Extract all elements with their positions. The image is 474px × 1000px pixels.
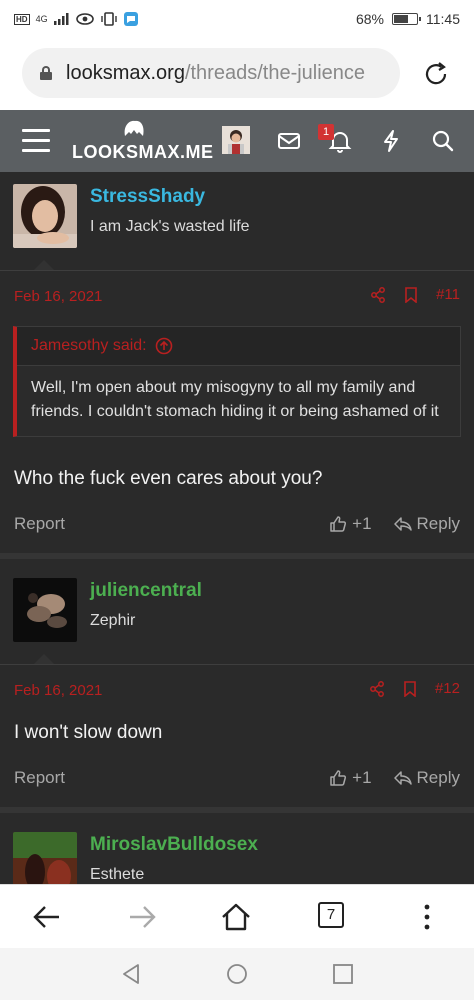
battery-icon [392, 13, 421, 25]
like-count: +1 [352, 514, 372, 533]
share-icon[interactable] [370, 286, 386, 303]
nav-home-icon[interactable] [226, 963, 248, 985]
quote-header[interactable]: Jamesothy said: [17, 327, 460, 365]
menu-icon[interactable] [22, 129, 50, 153]
thread-content: StressShady I am Jack's wasted life Feb … [0, 172, 474, 884]
more-options-icon[interactable] [411, 901, 443, 933]
reply-arrow-icon [393, 517, 412, 531]
bookmark-icon[interactable] [403, 680, 417, 697]
divider [0, 270, 474, 271]
signal-icon [53, 13, 69, 25]
lightning-icon[interactable] [378, 128, 404, 154]
post-date[interactable]: Feb 16, 2021 [14, 288, 102, 305]
reply-label: Reply [416, 768, 460, 787]
thumbs-up-icon [330, 516, 347, 532]
share-icon[interactable] [369, 680, 385, 697]
browser-url-area: looksmax.org/threads/the-julience [0, 38, 474, 110]
arrow-up-circle-icon[interactable] [155, 337, 173, 355]
post-meta-actions: #11 [370, 286, 460, 303]
quote-author: Jamesothy said: [31, 337, 147, 354]
post: StressShady I am Jack's wasted life Feb … [0, 172, 474, 552]
like-count: +1 [352, 768, 372, 787]
like-button[interactable]: +1 [329, 514, 372, 534]
post-footer-actions: +1 Reply [329, 514, 460, 534]
battery-level [394, 15, 409, 23]
report-link[interactable]: Report [14, 768, 65, 788]
reply-button[interactable]: Reply [393, 514, 460, 534]
site-logo[interactable]: LOOKSMAX.ME [72, 118, 214, 166]
post-date[interactable]: Feb 16, 2021 [14, 682, 102, 699]
eye-icon [75, 13, 94, 25]
post-number[interactable]: #12 [435, 680, 460, 697]
post-number[interactable]: #11 [436, 286, 460, 303]
quote-block: Jamesothy said: Well, I'm open about my … [13, 326, 461, 437]
vibrate-icon [100, 12, 117, 26]
user-avatar[interactable] [13, 184, 77, 248]
username[interactable]: StressShady [90, 186, 205, 208]
network-type: 4G [35, 14, 48, 24]
status-bar: HD 4G 68% 11:45 [0, 0, 474, 38]
user-title: Esthete [90, 866, 145, 883]
report-link[interactable]: Report [14, 514, 65, 534]
account-avatar[interactable] [222, 126, 250, 154]
forward-arrow-icon[interactable] [126, 901, 158, 933]
user-title: I am Jack's wasted life [90, 218, 250, 235]
post-message: Who the fuck even cares about you? [14, 468, 323, 489]
user-block-notch [34, 654, 54, 664]
address-bar[interactable]: looksmax.org/threads/the-julience [22, 48, 400, 98]
bookmark-icon[interactable] [404, 286, 418, 303]
post-footer-actions: +1 Reply [329, 768, 460, 788]
like-button[interactable]: +1 [329, 768, 372, 788]
post-separator [0, 807, 474, 813]
battery-percent: 68% [355, 11, 384, 27]
logo-mark-icon [72, 118, 196, 142]
user-title: Zephir [90, 612, 136, 629]
reload-icon[interactable] [422, 60, 450, 88]
user-avatar[interactable] [13, 832, 77, 884]
tabs-button[interactable]: 7 [318, 902, 344, 928]
quote-text: Well, I'm open about my misogyny to all … [17, 365, 460, 436]
user-avatar[interactable] [13, 578, 77, 642]
back-arrow-icon[interactable] [31, 901, 63, 933]
system-nav-bar [0, 948, 474, 1000]
hd-badge: HD [14, 13, 30, 25]
clock: 11:45 [426, 11, 460, 27]
logo-text: LOOKSMAX.ME [72, 142, 214, 162]
username[interactable]: MiroslavBulldosex [90, 834, 258, 856]
post-meta-actions: #12 [369, 680, 460, 697]
user-block-notch [34, 260, 54, 270]
browser-toolbar [0, 884, 474, 948]
nav-recents-icon[interactable] [332, 963, 354, 985]
reply-button[interactable]: Reply [393, 768, 460, 788]
url-domain: looksmax.org [66, 61, 185, 84]
nav-back-icon[interactable] [120, 963, 142, 985]
url-path: /threads/the-julience [184, 61, 366, 84]
lock-icon [40, 66, 52, 80]
status-icons-right: 68% 11:45 [356, 11, 460, 27]
divider [0, 664, 474, 665]
reply-arrow-icon [393, 771, 412, 785]
post: MiroslavBulldosex Esthete [0, 820, 474, 884]
reply-label: Reply [416, 514, 460, 533]
notification-badge: 1 [318, 124, 334, 140]
post: juliencentral Zephir Feb 16, 2021 #12 I … [0, 566, 474, 806]
home-icon[interactable] [220, 901, 252, 933]
mail-icon[interactable] [276, 128, 302, 154]
post-message: I won't slow down [14, 722, 163, 743]
search-icon[interactable] [430, 128, 456, 154]
username[interactable]: juliencentral [90, 580, 202, 602]
app-notification-icon [123, 12, 138, 26]
thumbs-up-icon [330, 770, 347, 786]
post-separator [0, 553, 474, 559]
status-icons-left: HD 4G [14, 12, 138, 26]
